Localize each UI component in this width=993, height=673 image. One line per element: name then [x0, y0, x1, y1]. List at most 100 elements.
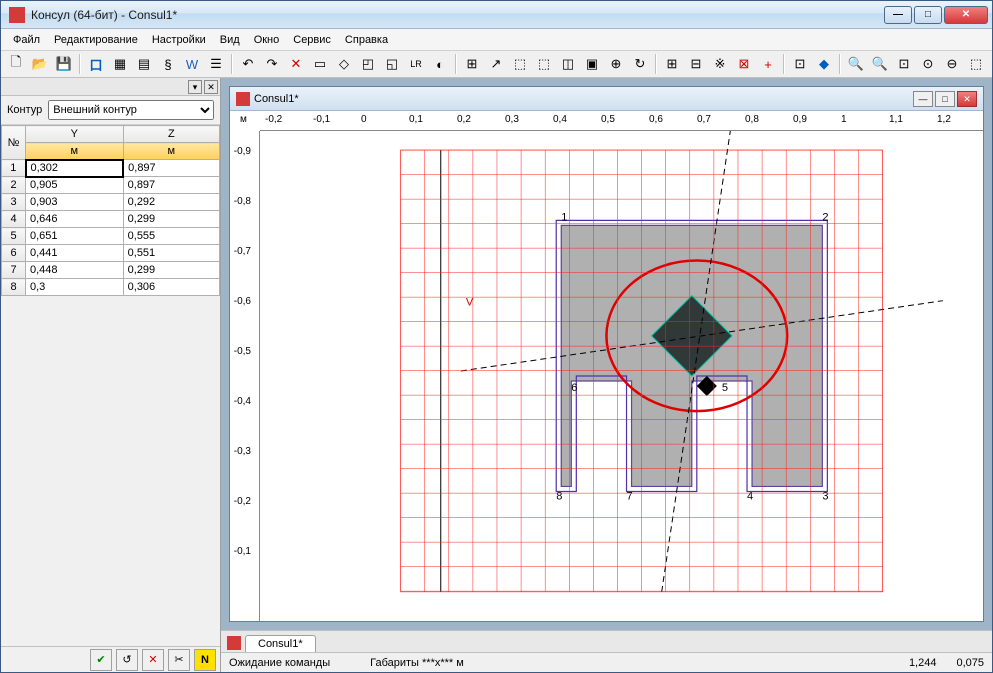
canvas-close-button[interactable]: ✕ — [957, 91, 977, 107]
tool-icon[interactable]: ⊠ — [733, 53, 755, 75]
sidebar-close-icon[interactable]: ✕ — [204, 80, 218, 94]
table-row: 30,9030,292 — [2, 194, 220, 211]
sidebar-header: ▾ ✕ — [1, 78, 220, 96]
revert-icon[interactable]: ↺ — [116, 649, 138, 671]
zoom-icon[interactable]: ⊖ — [941, 53, 963, 75]
ruler-tick: -0,2 — [265, 114, 282, 125]
tool-icon[interactable]: ※ — [709, 53, 731, 75]
crosshair-icon[interactable]: + — [757, 53, 779, 75]
tool-icon[interactable]: § — [157, 53, 179, 75]
tool-icon[interactable]: ◫ — [557, 53, 579, 75]
ruler-tick: -0,1 — [234, 546, 251, 557]
ruler-tick: -0,9 — [234, 146, 251, 157]
tool-icon[interactable]: ▦ — [109, 53, 131, 75]
tab-consul1[interactable]: Consul1* — [245, 635, 316, 652]
close-button[interactable]: ✕ — [944, 6, 988, 24]
tool-icon[interactable]: ↗ — [485, 53, 507, 75]
zoom-icon[interactable]: ⊙ — [917, 53, 939, 75]
svg-text:2: 2 — [822, 211, 828, 223]
svg-text:5: 5 — [722, 382, 728, 394]
table-row: 20,9050,897 — [2, 177, 220, 194]
snap-icon[interactable]: ⬚ — [509, 53, 531, 75]
save-icon[interactable]: 💾 — [53, 53, 75, 75]
col-z[interactable]: Z — [123, 126, 219, 143]
tool-icon[interactable]: ◰ — [357, 53, 379, 75]
ruler-tick: -0,4 — [234, 396, 251, 407]
ruler-tick: 1,2 — [937, 114, 951, 125]
minimize-button[interactable]: — — [884, 6, 912, 24]
canvas-minimize-button[interactable]: — — [913, 91, 933, 107]
menubar: Файл Редактирование Настройки Вид Окно С… — [1, 29, 992, 51]
app-icon — [9, 7, 25, 23]
delete-icon[interactable]: ✕ — [285, 53, 307, 75]
tool-icon[interactable]: ◐ — [429, 53, 451, 75]
zoom-fit-icon[interactable]: ⊡ — [893, 53, 915, 75]
menu-edit[interactable]: Редактирование — [48, 32, 144, 48]
menu-window[interactable]: Окно — [248, 32, 286, 48]
zoom-in-icon[interactable]: 🔍 — [845, 53, 867, 75]
ruler-tick: 0,5 — [601, 114, 615, 125]
grid-icon[interactable]: ⊟ — [685, 53, 707, 75]
ruler-tick: -0,2 — [234, 496, 251, 507]
sidebar: ▾ ✕ Контур Внешний контур № Y Z м м — [1, 78, 221, 672]
tool-icon[interactable]: ⬚ — [965, 53, 987, 75]
contour-select[interactable]: Внешний контур — [48, 100, 214, 120]
dock-icon[interactable]: ▾ — [188, 80, 202, 94]
redo-icon[interactable]: ↷ — [261, 53, 283, 75]
app-window: Консул (64-бит) - Consul1* — □ ✕ Файл Ре… — [0, 0, 993, 673]
table-row: 40,6460,299 — [2, 211, 220, 228]
tool-icon[interactable]: ⊕ — [605, 53, 627, 75]
undo-icon[interactable]: ↶ — [237, 53, 259, 75]
section-icon[interactable]: 口 — [85, 53, 107, 75]
zoom-out-icon[interactable]: 🔍 — [869, 53, 891, 75]
document-tabs: Consul1* — [221, 630, 992, 652]
word-icon[interactable]: W — [181, 53, 203, 75]
lr-icon[interactable]: LR — [405, 53, 427, 75]
main-area: ▾ ✕ Контур Внешний контур № Y Z м м — [1, 78, 992, 672]
menu-view[interactable]: Вид — [214, 32, 246, 48]
plot-svg: V 1 2 3 4 5 6 7 8 — [260, 131, 983, 621]
maximize-button[interactable]: □ — [914, 6, 942, 24]
svg-text:3: 3 — [822, 491, 828, 503]
n-icon[interactable]: N — [194, 649, 216, 671]
status-coord-z: 0,075 — [956, 657, 984, 669]
menu-file[interactable]: Файл — [7, 32, 46, 48]
ruler-vertical: -0,9-0,8-0,7-0,6-0,5-0,4-0,3-0,2-0,1 — [230, 131, 260, 621]
open-icon[interactable]: 📂 — [29, 53, 51, 75]
ruler-tick: -0,5 — [234, 346, 251, 357]
palette-icon[interactable]: ☰ — [205, 53, 227, 75]
plot-area[interactable]: V 1 2 3 4 5 6 7 8 — [260, 131, 983, 621]
apply-icon[interactable]: ✔ — [90, 649, 112, 671]
ruler-tick: 0,8 — [745, 114, 759, 125]
ruler-tick: 0,7 — [697, 114, 711, 125]
menu-help[interactable]: Справка — [339, 32, 394, 48]
canvas-maximize-button[interactable]: □ — [935, 91, 955, 107]
contour-selector-row: Контур Внешний контур — [1, 96, 220, 125]
cut-icon[interactable]: ✂ — [168, 649, 190, 671]
svg-text:7: 7 — [627, 491, 633, 503]
menu-settings[interactable]: Настройки — [146, 32, 212, 48]
tool-icon[interactable]: ▤ — [133, 53, 155, 75]
menu-service[interactable]: Сервис — [287, 32, 337, 48]
grid-icon[interactable]: ⊞ — [661, 53, 683, 75]
tool-icon[interactable]: ⊞ — [461, 53, 483, 75]
tool-icon[interactable]: ⊡ — [789, 53, 811, 75]
cancel-icon[interactable]: ✕ — [142, 649, 164, 671]
new-icon[interactable]: 🗋 — [5, 53, 27, 75]
tool-icon[interactable]: ◱ — [381, 53, 403, 75]
poly-icon[interactable]: ◇ — [333, 53, 355, 75]
diamond-icon[interactable]: ◆ — [813, 53, 835, 75]
canvas-body[interactable]: м -0,2-0,100,10,20,30,40,50,60,70,80,911… — [230, 111, 983, 621]
rotate-icon[interactable]: ↻ — [629, 53, 651, 75]
col-n[interactable]: № — [2, 126, 26, 160]
contour-label: Контур — [7, 104, 42, 116]
status-coord-y: 1,244 — [909, 657, 937, 669]
statusbar: Ожидание команды Габариты ***х*** м 1,24… — [221, 652, 992, 672]
snap-icon[interactable]: ⬚ — [533, 53, 555, 75]
ruler-tick: 0,2 — [457, 114, 471, 125]
tool-icon[interactable]: ▣ — [581, 53, 603, 75]
rect-icon[interactable]: ▭ — [309, 53, 331, 75]
content-area: Consul1* — □ ✕ м -0,2-0,100,10,20,30,40,… — [221, 78, 992, 672]
window-title: Консул (64-бит) - Consul1* — [31, 8, 884, 22]
col-y[interactable]: Y — [26, 126, 124, 143]
